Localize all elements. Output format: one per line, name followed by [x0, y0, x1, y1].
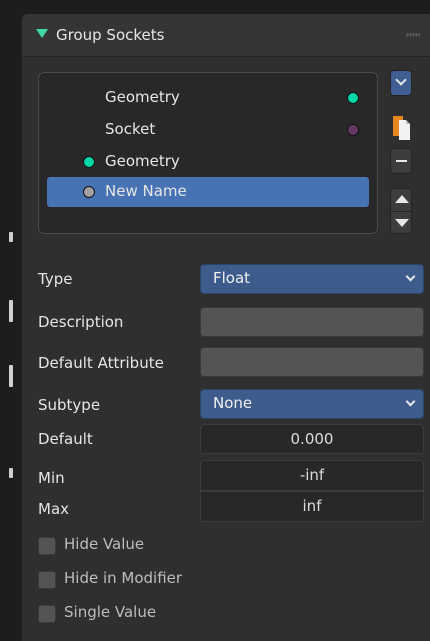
drag-grip-icon[interactable] — [406, 33, 420, 37]
max-number-field[interactable]: inf — [200, 491, 424, 522]
list-menu-button[interactable] — [390, 70, 412, 96]
socket-list-item[interactable]: Socket — [47, 115, 369, 145]
description-field[interactable] — [200, 307, 424, 337]
min-number-field[interactable]: -inf — [200, 460, 424, 491]
socket-list[interactable]: Geometry Socket Geometry New Name — [38, 72, 378, 234]
checkbox-label: Hide Value — [64, 535, 145, 553]
socket-label: New Name — [105, 182, 187, 200]
socket-dot-icon — [347, 124, 359, 136]
default-value: 0.000 — [290, 430, 334, 448]
checkbox-box[interactable] — [38, 537, 56, 555]
socket-list-item[interactable]: Geometry — [47, 83, 369, 113]
type-dropdown[interactable]: Float — [200, 264, 424, 294]
default-number-field[interactable]: 0.000 — [200, 424, 424, 454]
checkbox-label: Single Value — [64, 603, 157, 621]
edge-marker — [9, 468, 13, 478]
socket-label: Geometry — [105, 88, 180, 106]
socket-list-item[interactable]: Geometry — [47, 147, 369, 177]
edge-marker — [9, 365, 13, 387]
move-down-icon[interactable] — [395, 219, 409, 227]
type-value: Float — [213, 269, 251, 287]
socket-dot-icon — [347, 92, 359, 104]
checkbox-box[interactable] — [38, 605, 56, 623]
chevron-down-icon — [405, 396, 416, 407]
socket-dot-icon — [83, 186, 95, 198]
edge-marker — [9, 232, 13, 242]
collapse-arrow-icon[interactable] — [36, 29, 48, 38]
move-up-icon[interactable] — [395, 195, 409, 203]
group-sockets-panel: Group Sockets Geometry Socket Geometry N… — [22, 14, 430, 641]
default-label: Default — [38, 430, 93, 448]
socket-dot-icon — [83, 156, 95, 168]
subtype-dropdown[interactable]: None — [200, 389, 424, 419]
max-label: Max — [38, 500, 70, 518]
move-socket-buttons[interactable] — [390, 188, 412, 234]
min-value: -inf — [299, 466, 325, 484]
panel-title: Group Sockets — [56, 26, 165, 44]
checkbox-box[interactable] — [38, 571, 56, 589]
type-label: Type — [38, 270, 73, 288]
edge-marker — [9, 300, 13, 322]
remove-socket-button[interactable] — [390, 148, 412, 174]
socket-label: Geometry — [105, 152, 180, 170]
checkbox-label: Hide in Modifier — [64, 569, 183, 587]
description-label: Description — [38, 313, 124, 331]
min-label: Min — [38, 469, 65, 487]
default-attribute-label: Default Attribute — [38, 354, 164, 372]
editor-left-edge — [0, 0, 22, 641]
divider — [391, 211, 411, 212]
chevron-down-icon — [405, 271, 416, 282]
minus-icon — [396, 160, 407, 162]
chevron-down-icon — [395, 74, 407, 86]
paste-button[interactable] — [390, 112, 412, 148]
paste-icon — [393, 116, 410, 140]
panel-header[interactable]: Group Sockets — [22, 14, 430, 57]
subtype-label: Subtype — [38, 396, 101, 414]
max-value: inf — [302, 497, 322, 515]
socket-list-item-active[interactable]: New Name — [47, 177, 369, 207]
subtype-value: None — [213, 394, 253, 412]
default-attribute-field[interactable] — [200, 347, 424, 377]
socket-label: Socket — [105, 120, 156, 138]
